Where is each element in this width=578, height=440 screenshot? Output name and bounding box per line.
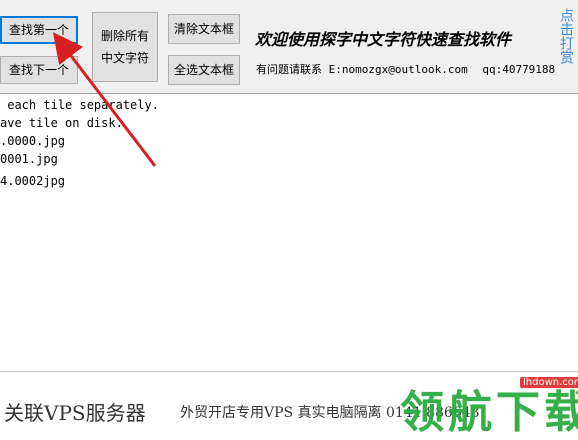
ad-vps-left[interactable]: 关联VPS服务器 [4,397,146,426]
text-line: ave tile on disk. [0,116,123,130]
contact-email: E:nomozgx@outlook.com [328,63,468,76]
text-line: .0000.jpg [0,134,66,148]
delete-chinese-label-line1: 删除所有 [100,29,149,43]
delete-chinese-label-line2: 中文字符 [100,51,149,65]
donate-link[interactable]: 点击打赏 [554,8,574,78]
text-line: each tile separately. [0,98,159,112]
toolbar: 查找第一个 查找下一个 删除所有 中文字符 清除文本框 全选文本框 欢迎使用探字… [0,0,578,94]
select-all-label: 全选文本框 [173,63,234,77]
main-text-area[interactable]: each tile separately. ave tile on disk. … [0,94,578,370]
clear-text-label: 清除文本框 [173,22,234,36]
select-all-button[interactable]: 全选文本框 [168,55,240,85]
contact-prefix: 有问题请联系 [256,63,322,76]
watermark-site: lhdown.com [520,377,578,388]
contact-qq: qq:40779188 [482,63,556,76]
find-next-button[interactable]: 查找下一个 [0,56,78,84]
find-next-label: 查找下一个 [8,63,69,77]
text-line: 0001.jpg [0,152,58,166]
contact-info: 有问题请联系 E:nomozgx@outlook.com qq:40779188 [256,61,555,77]
delete-chinese-button[interactable]: 删除所有 中文字符 [92,12,158,82]
text-line: 4.0002jpg [0,174,66,188]
find-first-label: 查找第一个 [8,23,69,37]
footer-ad-banner: 关联VPS服务器 外贸开店专用VPS 真实电脑隔离 0141 886643 领航… [0,371,578,438]
find-first-button[interactable]: 查找第一个 [0,16,78,44]
clear-text-button[interactable]: 清除文本框 [168,14,240,44]
app-title: 欢迎使用探字中文字符快速查找软件 [255,30,512,49]
